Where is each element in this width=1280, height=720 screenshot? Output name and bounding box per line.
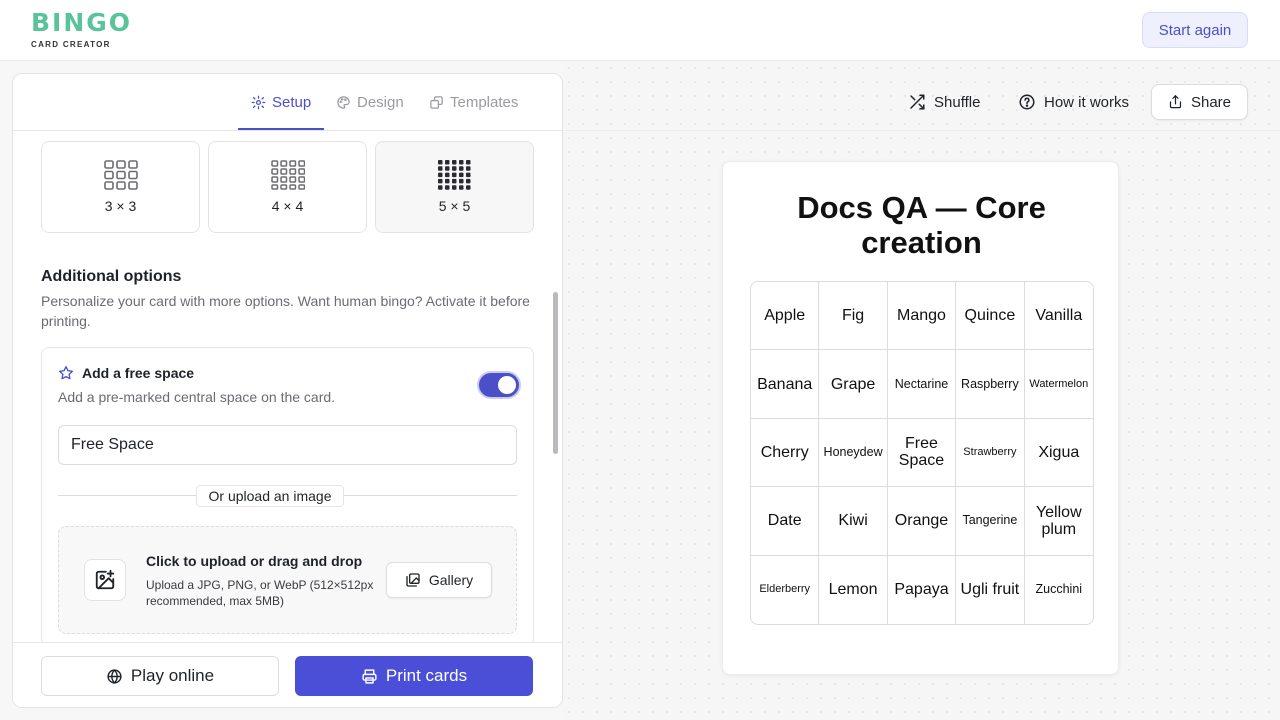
templates-icon <box>430 96 443 109</box>
bingo-cell[interactable]: Nectarine <box>887 350 957 419</box>
panel-tabs: Setup Design Templates <box>13 74 562 131</box>
additional-options-title: Additional options <box>41 268 182 285</box>
share-label: Share <box>1190 93 1231 111</box>
shuffle-icon <box>910 94 925 110</box>
share-button[interactable]: Share <box>1151 84 1248 120</box>
tab-templates-label: Templates <box>450 94 519 111</box>
bingo-cell[interactable]: Watermelon <box>1024 350 1093 419</box>
bingo-grid: Apple Fig Mango Quince Vanilla Banana Grape Nec… <box>750 281 1094 625</box>
panel-footer: Play online Print cards <box>13 642 562 707</box>
preview-toolbar: Shuffle How it works Share <box>562 61 1280 131</box>
logo-text: BINGO <box>31 8 133 37</box>
upload-divider-label: Or upload an image <box>196 485 344 507</box>
start-again-button[interactable]: Start again <box>1142 12 1248 48</box>
star-icon <box>59 366 73 380</box>
shuffle-button[interactable]: Shuffle <box>892 84 996 120</box>
logo-subtext: CARD CREATOR <box>31 40 111 49</box>
printer-icon <box>362 668 377 684</box>
grid-3x3-icon <box>103 160 138 190</box>
panel-scrollbar[interactable] <box>553 292 558 454</box>
bingo-cell[interactable]: Grape <box>819 350 888 419</box>
globe-icon <box>107 668 122 684</box>
bingo-cell[interactable]: Banana <box>751 350 820 419</box>
logo[interactable]: BINGO CARD CREATOR <box>31 8 132 50</box>
free-space-title-row: Add a free space <box>58 365 194 381</box>
tab-design[interactable]: Design <box>336 74 404 131</box>
bingo-cell[interactable]: Kiwi <box>819 487 888 556</box>
upload-hint: Upload a JPG, PNG, or WebP (512×512px re… <box>146 578 374 608</box>
bingo-cell[interactable]: Strawberry <box>956 418 1025 488</box>
bingo-cell[interactable]: Fig <box>819 282 888 351</box>
free-space-option: Add a free space Add a pre-marked centra… <box>41 347 534 647</box>
bingo-cell[interactable]: Vanilla <box>1024 282 1093 351</box>
toggle-knob <box>498 376 516 394</box>
upload-image-button[interactable] <box>84 559 126 601</box>
bingo-cell[interactable]: Orange <box>887 487 957 556</box>
active-tab-indicator <box>238 128 324 130</box>
card-title[interactable]: Docs QA — Core creation <box>723 190 1120 260</box>
grid-size-label: 4 × 4 <box>271 198 304 214</box>
bingo-cell[interactable]: Cherry <box>751 418 820 488</box>
gallery-button[interactable]: Gallery <box>386 562 492 598</box>
bingo-cell[interactable]: Mango <box>887 282 957 351</box>
palette-icon <box>337 96 350 109</box>
settings-panel: Setup Design Templates 3 × 3 4 × 4 5 × 5… <box>12 73 563 708</box>
bingo-cell[interactable]: Zucchini <box>1025 556 1093 624</box>
bingo-cell[interactable]: Papaya <box>888 555 957 624</box>
additional-options-description: Personalize your card with more options.… <box>41 293 530 329</box>
bingo-cell[interactable]: Xigua <box>1024 419 1093 488</box>
shuffle-label: Shuffle <box>934 93 981 111</box>
grid-size-4x4[interactable]: 4 × 4 <box>208 141 367 233</box>
grid-size-label: 5 × 5 <box>438 198 471 214</box>
bingo-cell[interactable]: Free Space <box>887 418 957 488</box>
upload-title: Click to upload or drag and drop <box>146 553 363 569</box>
free-space-description: Add a pre-marked central space on the ca… <box>58 389 336 405</box>
bingo-cell[interactable]: Apple <box>751 282 820 351</box>
gallery-label: Gallery <box>428 572 474 588</box>
bingo-cell[interactable]: Quince <box>956 282 1025 351</box>
image-upload-dropzone[interactable]: Click to upload or drag and drop Upload … <box>58 526 517 634</box>
help-circle-icon <box>1019 94 1035 110</box>
how-it-works-label: How it works <box>1044 93 1130 111</box>
share-icon <box>1169 95 1182 109</box>
bingo-cell[interactable]: Date <box>751 487 820 556</box>
print-cards-label: Print cards <box>385 666 468 685</box>
grid-size-label: 3 × 3 <box>104 198 137 214</box>
bingo-cell[interactable]: Lemon <box>819 555 888 624</box>
free-space-text-input[interactable] <box>58 425 517 465</box>
top-bar: BINGO CARD CREATOR Start again <box>0 0 1280 61</box>
bingo-cell[interactable]: Elderberry <box>751 555 820 624</box>
grid-size-5x5[interactable]: 5 × 5 <box>375 141 534 233</box>
bingo-cell[interactable]: Tangerine <box>956 487 1025 556</box>
gallery-icon <box>406 573 420 587</box>
play-online-label: Play online <box>130 666 215 685</box>
bingo-cell[interactable]: Ugli fruit <box>956 555 1025 624</box>
grid-size-3x3[interactable]: 3 × 3 <box>41 141 200 233</box>
free-space-title: Add a free space <box>82 365 195 381</box>
bingo-card-preview: Docs QA — Core creation Apple Fig Mango Qui… <box>722 161 1119 675</box>
how-it-works-button[interactable]: How it works <box>1002 84 1145 120</box>
tab-templates[interactable]: Templates <box>429 74 518 131</box>
free-space-toggle[interactable] <box>479 373 519 397</box>
print-cards-button[interactable]: Print cards <box>295 656 533 696</box>
tab-setup[interactable]: Setup <box>251 74 311 131</box>
gear-icon <box>251 95 266 110</box>
grid-4x4-icon <box>270 160 305 190</box>
tab-setup-label: Setup <box>272 94 312 111</box>
bingo-cell[interactable]: Honeydew <box>819 418 888 488</box>
bingo-cell[interactable]: Yellow plum <box>1024 487 1093 556</box>
grid-5x5-icon <box>437 160 470 190</box>
bingo-cell[interactable]: Raspberry <box>956 350 1025 419</box>
tab-design-label: Design <box>357 94 404 111</box>
play-online-button[interactable]: Play online <box>41 656 279 696</box>
image-plus-icon <box>95 569 115 590</box>
